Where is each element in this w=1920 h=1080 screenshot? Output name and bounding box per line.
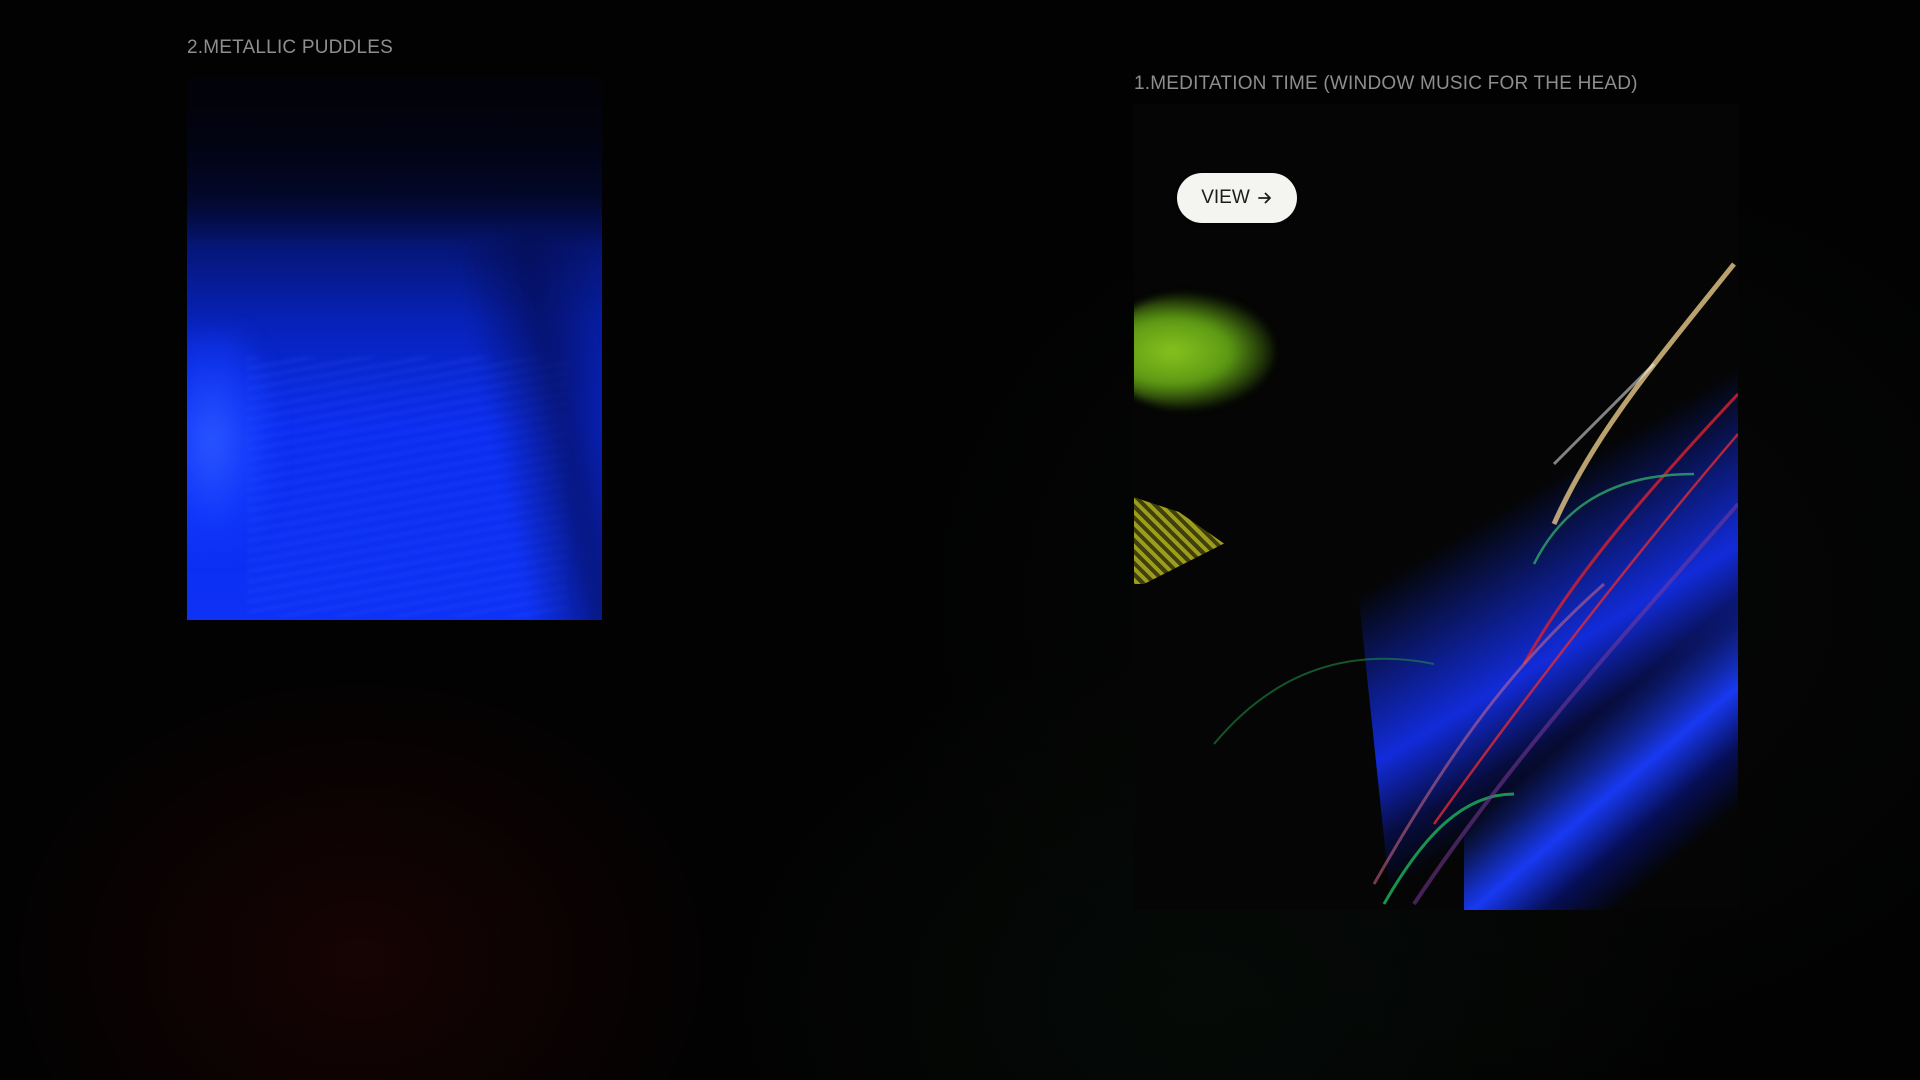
image-shade (187, 77, 602, 247)
arrow-right-icon (1257, 190, 1273, 206)
view-button[interactable]: VIEW (1177, 173, 1297, 223)
project-title-metallic-puddles[interactable]: 2.METALLIC PUDDLES (187, 37, 393, 59)
page: 2.METALLIC PUDDLES 1.MEDITATION TIME (WI… (0, 0, 1920, 1080)
view-button-label: VIEW (1201, 187, 1250, 208)
project-image-metallic-puddles[interactable] (187, 77, 602, 620)
image-light-trails (1213, 262, 1738, 906)
project-image-meditation-time[interactable] (1134, 104, 1738, 910)
project-title-meditation-time[interactable]: 1.MEDITATION TIME (WINDOW MUSIC FOR THE … (1134, 73, 1638, 95)
